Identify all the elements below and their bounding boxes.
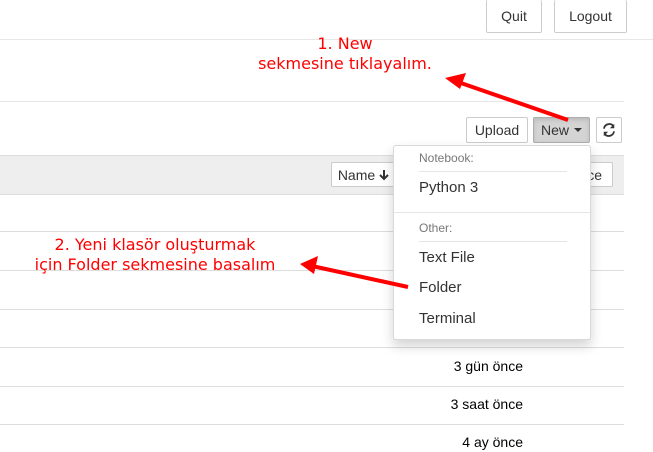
row-last-modified: 4 ay önce (462, 434, 523, 450)
annotation-step-1-line-2: sekmesine tıklayalım. (258, 54, 432, 73)
new-dropdown-button[interactable]: New (533, 117, 590, 143)
dropdown-divider (394, 212, 590, 213)
arrow-to-new-button (445, 73, 569, 122)
menu-item-python3[interactable]: Python 3 (419, 179, 478, 196)
menu-item-text-file[interactable]: Text File (419, 249, 475, 266)
annotation-step-2-line-2: için Folder sekmesine basalım (34, 255, 276, 274)
row-last-modified: 3 gün önce (453, 358, 523, 374)
annotation-step-1: 1. New sekmesine tıklayalım. (240, 34, 450, 74)
notebook-header: Notebook: (419, 151, 474, 165)
annotation-step-2: 2. Yeni klasör oluşturmak için Folder se… (20, 235, 290, 275)
row-last-modified: 3 saat önce (450, 396, 523, 412)
caret-down-icon (574, 128, 582, 132)
menu-item-terminal[interactable]: Terminal (419, 310, 476, 327)
new-button-label: New (540, 122, 569, 138)
row-divider (0, 386, 624, 387)
dropdown-divider (419, 171, 567, 172)
upload-button[interactable]: Upload (466, 117, 528, 143)
menu-item-folder[interactable]: Folder (419, 279, 462, 296)
tabs-divider (0, 101, 624, 102)
new-dropdown-menu: Notebook: Python 3 Other: Text File Fold… (393, 145, 591, 340)
annotation-step-1-line-1: 1. New (317, 34, 373, 53)
refresh-button[interactable] (596, 117, 622, 143)
name-column-label: Name (337, 166, 376, 183)
annotation-step-2-line-1: 2. Yeni klasör oluşturmak (54, 235, 256, 254)
sort-by-name-button[interactable]: Name (331, 162, 397, 187)
arrow-down-icon (379, 169, 389, 180)
row-divider (0, 424, 624, 425)
arrow-to-folder-item (300, 256, 409, 289)
other-header: Other: (419, 221, 453, 235)
refresh-icon (603, 123, 615, 137)
row-divider (0, 347, 624, 348)
dropdown-divider (419, 241, 567, 242)
logout-button[interactable]: Logout (554, 0, 627, 33)
quit-button[interactable]: Quit (486, 0, 542, 33)
